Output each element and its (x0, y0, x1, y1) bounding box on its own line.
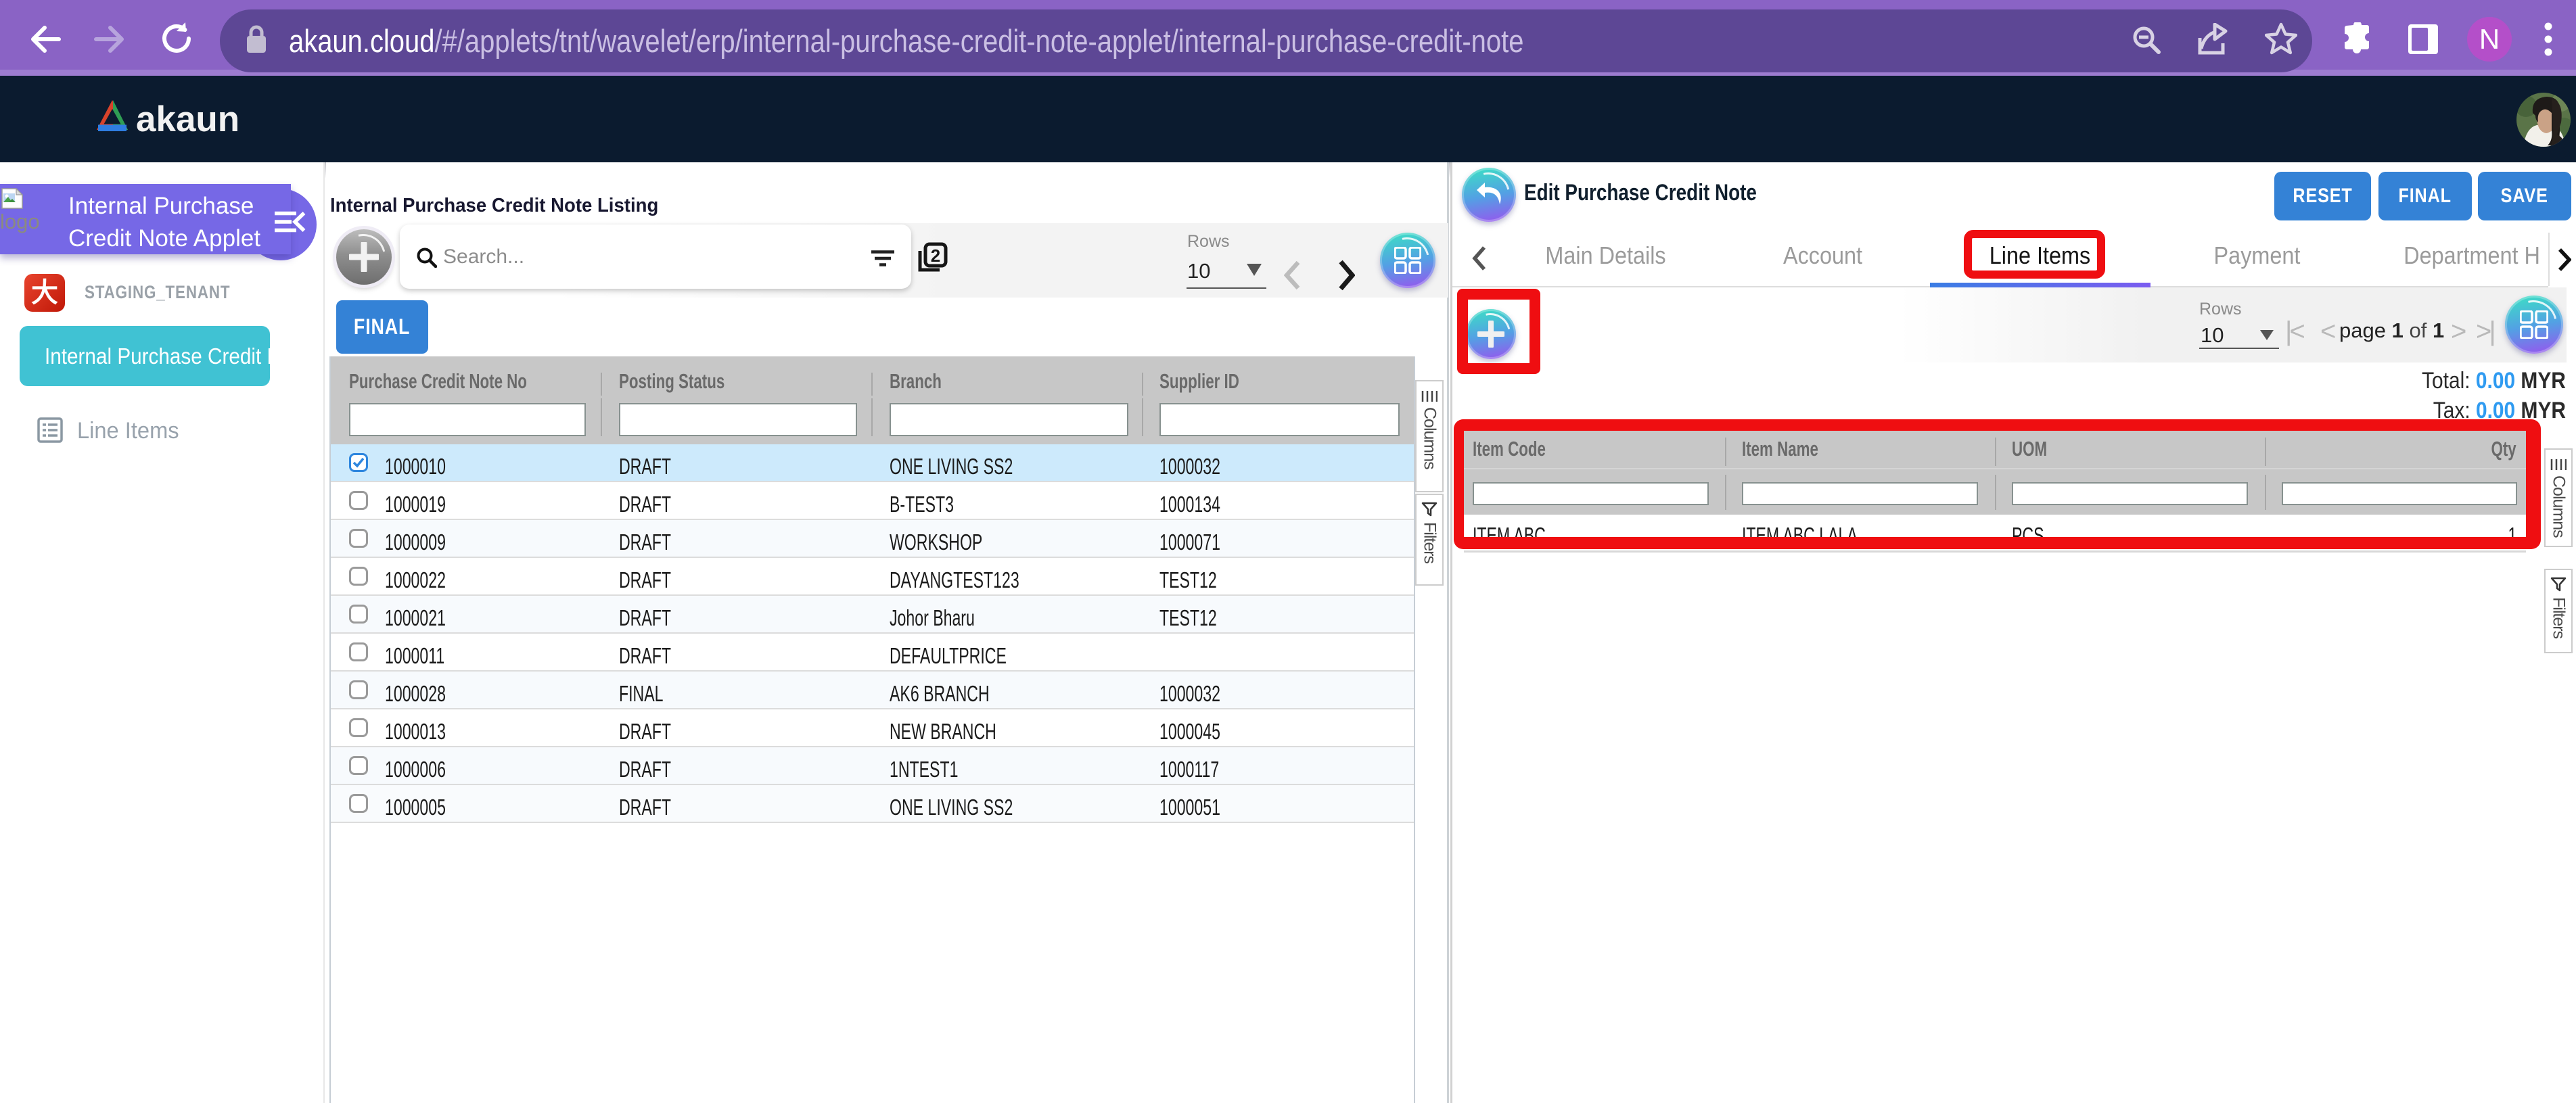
svg-text:2: 2 (931, 245, 940, 266)
